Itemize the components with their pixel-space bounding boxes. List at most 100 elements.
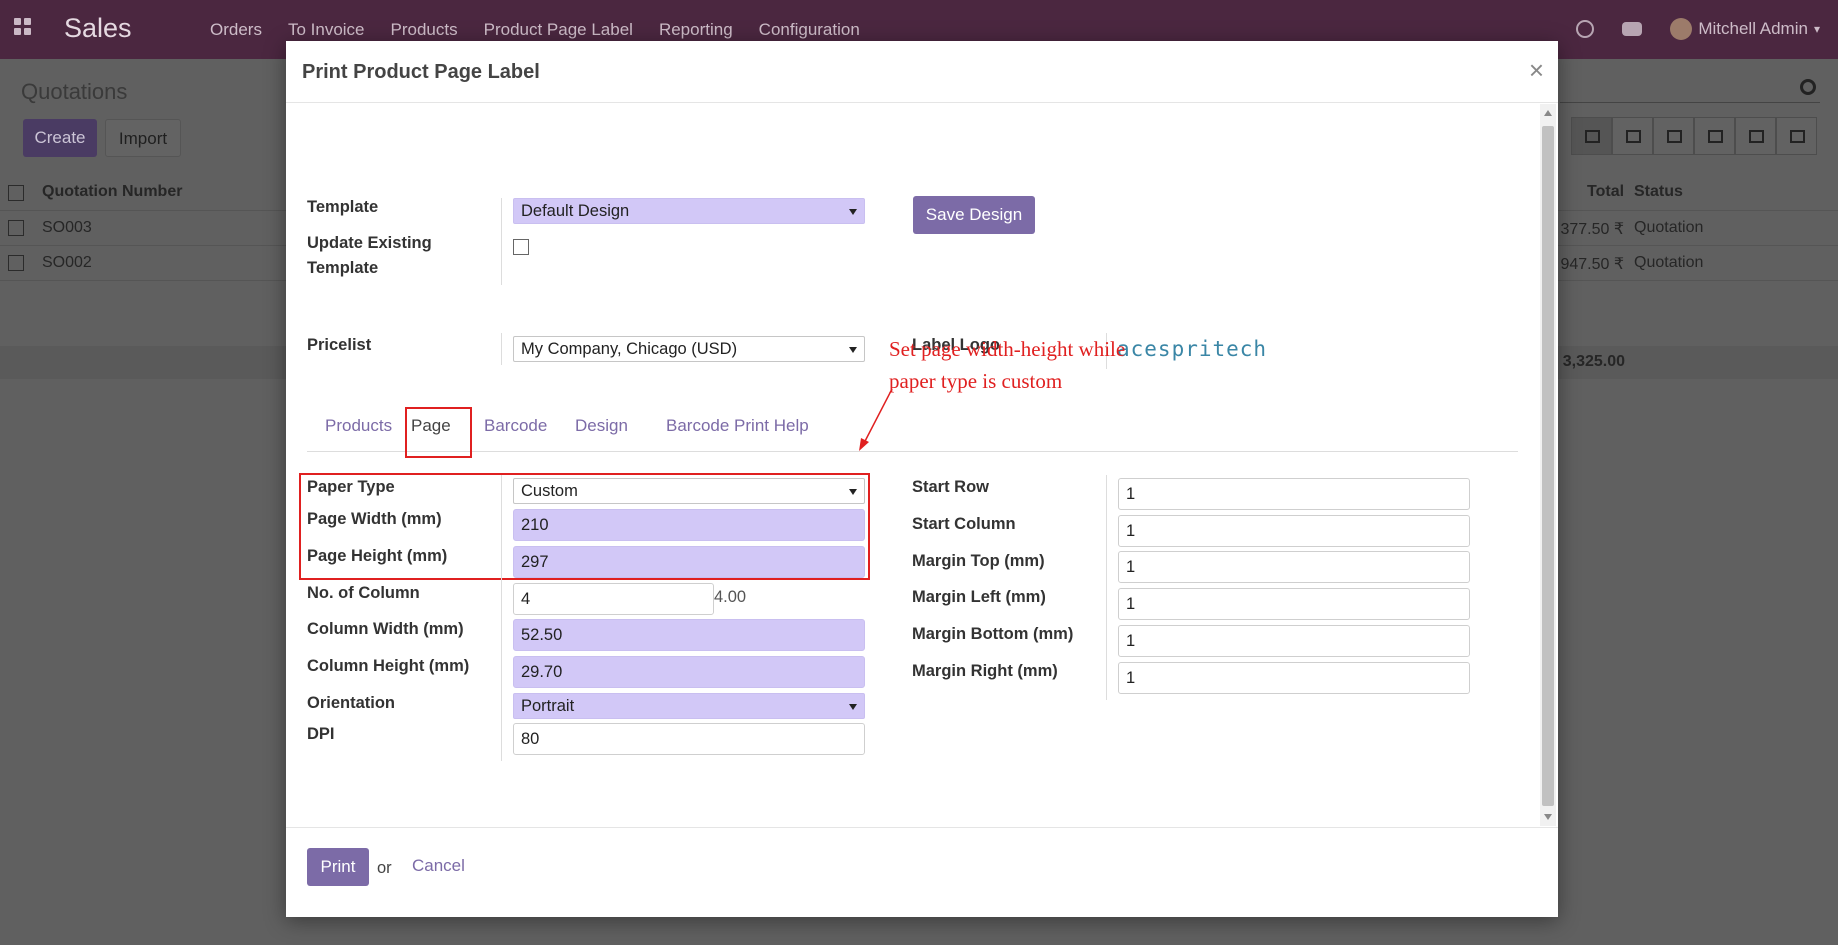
print-button[interactable]: Print xyxy=(307,848,369,886)
margin-right-input[interactable]: 1 xyxy=(1118,662,1470,694)
page-height-input[interactable]: 297 xyxy=(513,546,865,578)
dpi-input[interactable]: 80 xyxy=(513,723,865,755)
activity-clock-icon[interactable] xyxy=(1576,20,1595,38)
graph-view-icon[interactable] xyxy=(1735,117,1776,155)
column-total[interactable]: Total xyxy=(1587,183,1624,201)
row-status: Quotation xyxy=(1634,219,1704,236)
page-tab-highlight xyxy=(405,407,472,458)
update-existing-label: Update Existing xyxy=(307,234,432,252)
margin-left-label: Margin Left (mm) xyxy=(912,588,1046,606)
select-all-checkbox[interactable] xyxy=(8,185,24,201)
chevron-down-icon xyxy=(849,347,857,353)
menu-to-invoice[interactable]: To Invoice xyxy=(288,20,365,40)
dialog-scrollbar[interactable] xyxy=(1540,104,1556,826)
paper-type-select[interactable]: Custom xyxy=(513,478,865,504)
apps-menu-icon[interactable] xyxy=(14,18,34,38)
tab-products[interactable]: Products xyxy=(325,416,392,436)
margin-top-input[interactable]: 1 xyxy=(1118,551,1470,583)
template-select[interactable]: Default Design xyxy=(513,198,865,224)
dialog-body: Template Default Design Save Design Upda… xyxy=(286,103,1558,827)
page-width-label: Page Width (mm) xyxy=(307,510,442,528)
column-width-input[interactable]: 52.50 xyxy=(513,619,865,651)
page-height-label: Page Height (mm) xyxy=(307,547,448,565)
search-icon[interactable] xyxy=(1800,79,1816,95)
menu-reporting[interactable]: Reporting xyxy=(659,20,733,40)
calendar-view-icon[interactable] xyxy=(1653,117,1694,155)
row-checkbox[interactable] xyxy=(8,220,24,236)
app-brand: Sales xyxy=(64,13,132,43)
page-title: Quotations xyxy=(21,79,128,104)
row-number: SO003 xyxy=(42,219,92,236)
save-design-button[interactable]: Save Design xyxy=(913,196,1035,234)
pivot-view-icon[interactable] xyxy=(1694,117,1735,155)
dialog-footer: Print or Cancel xyxy=(286,827,1558,917)
orientation-select[interactable]: Portrait xyxy=(513,693,865,719)
tab-barcode-print-help[interactable]: Barcode Print Help xyxy=(666,416,809,436)
create-button[interactable]: Create xyxy=(23,119,97,157)
no-of-column-input[interactable]: 4 xyxy=(513,583,714,615)
row-status: Quotation xyxy=(1634,254,1704,271)
no-of-column-computed: 4.00 xyxy=(714,588,747,606)
page-width-input[interactable]: 210 xyxy=(513,509,865,541)
start-column-label: Start Column xyxy=(912,515,1016,533)
row-amount: 377.50 ₹ xyxy=(1560,221,1624,238)
print-label-dialog: Print Product Page Label × Template Defa… xyxy=(286,41,1558,917)
margin-right-label: Margin Right (mm) xyxy=(912,662,1058,680)
margin-left-input[interactable]: 1 xyxy=(1118,588,1470,620)
menu-orders[interactable]: Orders xyxy=(210,20,262,40)
tab-design[interactable]: Design xyxy=(575,416,628,436)
annotation-line-2: paper type is custom xyxy=(889,369,1063,393)
menu-product-page-label[interactable]: Product Page Label xyxy=(484,20,633,40)
search-bar[interactable] xyxy=(1560,75,1820,103)
annotation-line-1: Set page width-height while xyxy=(889,337,1126,361)
start-row-label: Start Row xyxy=(912,478,990,496)
update-existing-checkbox[interactable] xyxy=(513,239,529,255)
pricelist-select[interactable]: My Company, Chicago (USD) xyxy=(513,336,865,362)
row-checkbox[interactable] xyxy=(8,255,24,271)
menu-products[interactable]: Products xyxy=(391,20,458,40)
list-view-icon[interactable] xyxy=(1571,117,1612,155)
view-switcher xyxy=(1571,117,1817,155)
column-status[interactable]: Status xyxy=(1634,183,1683,201)
main-menu: Orders To Invoice Products Product Page … xyxy=(210,20,886,40)
template-label: Template xyxy=(307,198,379,216)
notebook-tabs: Products Page Barcode Design Barcode Pri… xyxy=(307,406,1518,452)
user-avatar[interactable] xyxy=(1670,18,1693,40)
column-width-label: Column Width (mm) xyxy=(307,620,464,638)
row-amount: 947.50 ₹ xyxy=(1560,256,1624,273)
close-icon[interactable]: × xyxy=(1529,55,1544,86)
paper-type-value: Custom xyxy=(521,482,578,500)
chevron-down-icon xyxy=(849,489,857,495)
start-column-input[interactable]: 1 xyxy=(1118,515,1470,547)
margin-bottom-input[interactable]: 1 xyxy=(1118,625,1470,657)
tab-barcode[interactable]: Barcode xyxy=(484,416,547,436)
start-row-input[interactable]: 1 xyxy=(1118,478,1470,510)
column-quotation-number[interactable]: Quotation Number xyxy=(42,183,182,201)
dialog-title: Print Product Page Label xyxy=(302,61,540,83)
cancel-link[interactable]: Cancel xyxy=(412,856,465,876)
margin-top-label: Margin Top (mm) xyxy=(912,552,1045,570)
pricelist-label: Pricelist xyxy=(307,336,372,354)
paper-type-label: Paper Type xyxy=(307,478,395,496)
pricelist-value: My Company, Chicago (USD) xyxy=(521,340,738,358)
scroll-down-icon[interactable] xyxy=(1544,814,1552,820)
menu-configuration[interactable]: Configuration xyxy=(759,20,860,40)
no-of-column-label: No. of Column xyxy=(307,584,420,602)
user-caret-icon[interactable]: ▾ xyxy=(1814,22,1820,36)
column-height-input[interactable]: 29.70 xyxy=(513,656,865,688)
dialog-header: Print Product Page Label × xyxy=(286,41,1558,103)
chat-icon[interactable] xyxy=(1622,22,1643,36)
import-button[interactable]: Import xyxy=(105,119,181,157)
annotation-text: Set page width-height while paper type i… xyxy=(889,333,1125,397)
margin-bottom-label: Margin Bottom (mm) xyxy=(912,625,1074,643)
user-name[interactable]: Mitchell Admin xyxy=(1698,19,1808,39)
kanban-view-icon[interactable] xyxy=(1612,117,1653,155)
chevron-down-icon xyxy=(849,704,857,710)
activity-view-icon[interactable] xyxy=(1776,117,1817,155)
scroll-up-icon[interactable] xyxy=(1544,110,1552,116)
row-number: SO002 xyxy=(42,254,92,271)
orientation-value: Portrait xyxy=(521,697,575,715)
dpi-label: DPI xyxy=(307,725,335,743)
label-logo-image[interactable]: acespritech xyxy=(1117,337,1267,361)
scrollbar-thumb[interactable] xyxy=(1542,126,1554,806)
